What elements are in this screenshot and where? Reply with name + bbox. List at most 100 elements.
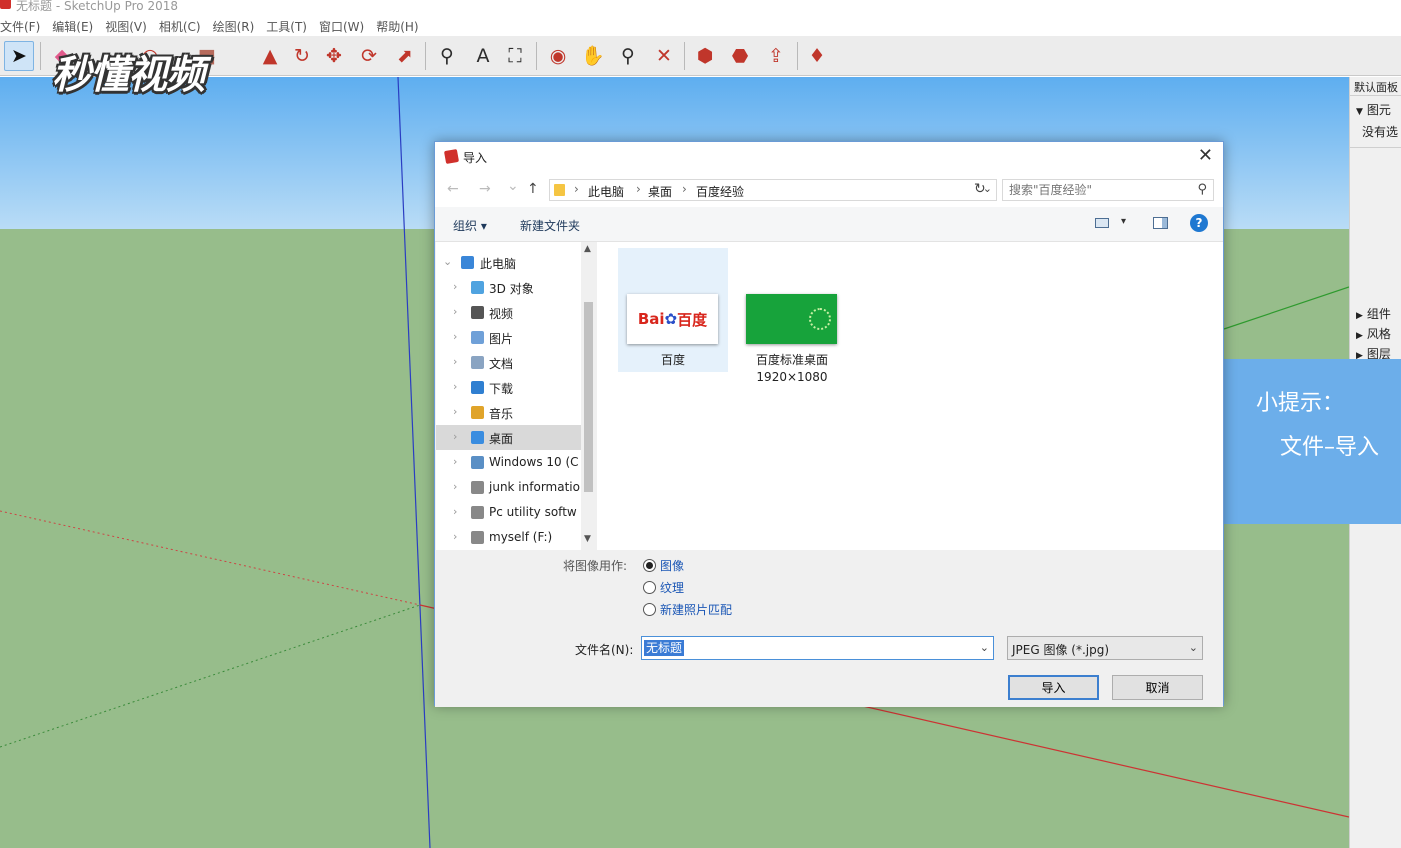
ruby-tool-icon[interactable]: ♦ bbox=[802, 41, 832, 71]
chevron-right-icon[interactable]: › bbox=[453, 405, 457, 418]
warehouse-tool-icon[interactable]: ⬢ bbox=[690, 41, 720, 71]
follow-me-tool-icon[interactable]: ⟳ bbox=[354, 41, 384, 71]
filename-field[interactable]: 无标题 ⌄ bbox=[641, 636, 994, 660]
tree-item[interactable]: ⌄ 此电脑 bbox=[436, 250, 581, 275]
tree-item-icon bbox=[461, 256, 474, 269]
cancel-button[interactable]: 取消 bbox=[1112, 675, 1203, 700]
tree-item[interactable]: › junk informatio bbox=[436, 475, 581, 500]
new-folder-button[interactable]: 新建文件夹 bbox=[520, 217, 580, 234]
tree-item[interactable]: › 音乐 bbox=[436, 400, 581, 425]
breadcrumb-this-pc[interactable]: 此电脑 bbox=[588, 183, 624, 200]
green-image-thumbnail bbox=[746, 294, 837, 344]
zoom-extents-tool-icon[interactable]: ✕ bbox=[649, 41, 679, 71]
radio-option[interactable]: 新建照片匹配 bbox=[643, 601, 732, 618]
chevron-right-icon[interactable]: › bbox=[453, 430, 457, 443]
help-icon[interactable]: ? bbox=[1190, 214, 1208, 232]
scale-tool-icon[interactable]: ⬈ bbox=[390, 41, 420, 71]
tape-measure-tool-icon[interactable]: ⚲ bbox=[432, 41, 462, 71]
tree-item-label: 3D 对象 bbox=[489, 282, 534, 296]
chevron-right-icon[interactable]: › bbox=[453, 280, 457, 293]
extension-warehouse-tool-icon[interactable]: ⬣ bbox=[725, 41, 755, 71]
menu-item[interactable]: 文件(F) bbox=[0, 16, 46, 36]
paint-bucket-tool-icon[interactable]: ⛶ bbox=[500, 41, 530, 71]
chevron-down-icon[interactable]: ⌄ bbox=[1189, 641, 1198, 654]
chevron-down-icon[interactable]: ⌄ bbox=[980, 641, 989, 654]
recent-locations-icon[interactable]: ⌄ bbox=[507, 178, 519, 194]
expand-triangle-icon: ▶ bbox=[1356, 311, 1363, 321]
up-arrow-icon[interactable]: ↑ bbox=[527, 181, 539, 197]
back-arrow-icon[interactable]: ← bbox=[447, 181, 459, 197]
menu-item[interactable]: 视图(V) bbox=[105, 16, 153, 36]
radio-button[interactable] bbox=[643, 603, 656, 616]
preview-pane-icon[interactable] bbox=[1153, 217, 1168, 229]
share-model-tool-icon[interactable]: ⇪ bbox=[761, 41, 791, 71]
tree-item[interactable]: › 文档 bbox=[436, 350, 581, 375]
scroll-down-icon[interactable]: ▼ bbox=[584, 534, 591, 544]
tree-item[interactable]: › Pc utility softw bbox=[436, 500, 581, 525]
text-tool-icon[interactable]: A bbox=[468, 41, 498, 71]
move-tool-icon[interactable]: ✥ bbox=[319, 41, 349, 71]
chevron-right-icon[interactable]: › bbox=[453, 505, 457, 518]
tree-item[interactable]: › 桌面 bbox=[436, 425, 581, 450]
menu-item[interactable]: 窗口(W) bbox=[319, 16, 370, 36]
file-item[interactable]: 百度标准桌面 1920×1080 bbox=[737, 248, 847, 384]
breadcrumb-baidu-jingyan[interactable]: 百度经验 bbox=[696, 183, 744, 200]
menu-item[interactable]: 帮助(H) bbox=[376, 16, 424, 36]
radio-button[interactable] bbox=[643, 559, 656, 572]
navpane-scrollbar[interactable]: ▲ ▼ bbox=[581, 242, 596, 550]
radio-label[interactable]: 图像 bbox=[660, 557, 684, 574]
push-pull-tool-icon[interactable]: ▲ bbox=[255, 41, 285, 71]
main-toolbar: ➤ ◆ ◠ ■ ▲ ↻ ✥ ⟳ ⬈ ⚲ A ⛶ ◉ ✋ ⚲ ✕ ⬢ ⬣ ⇪ ♦ bbox=[0, 36, 1401, 76]
refresh-icon[interactable]: ↻ bbox=[974, 181, 986, 197]
radio-label[interactable]: 新建照片匹配 bbox=[660, 601, 732, 618]
scroll-thumb[interactable] bbox=[584, 302, 593, 492]
menu-item[interactable]: 绘图(R) bbox=[213, 16, 261, 36]
import-button[interactable]: 导入 bbox=[1008, 675, 1099, 700]
tree-item[interactable]: › Windows 10 (C bbox=[436, 450, 581, 475]
chevron-right-icon[interactable]: › bbox=[453, 380, 457, 393]
pan-tool-icon[interactable]: ✋ bbox=[578, 41, 608, 71]
search-input[interactable] bbox=[1003, 180, 1188, 200]
search-icon[interactable]: ⚲ bbox=[1197, 182, 1207, 197]
chevron-right-icon[interactable]: › bbox=[453, 455, 457, 468]
tray-panel-1[interactable]: ▶ 风格 bbox=[1356, 325, 1391, 342]
menu-item[interactable]: 编辑(E) bbox=[52, 16, 99, 36]
filename-value[interactable]: 无标题 bbox=[644, 640, 685, 656]
radio-button[interactable] bbox=[643, 581, 656, 594]
rotate-tool-icon[interactable]: ↻ bbox=[287, 41, 317, 71]
chevron-right-icon[interactable]: › bbox=[453, 530, 457, 543]
folder-icon bbox=[554, 184, 565, 196]
view-mode-icon[interactable] bbox=[1095, 218, 1109, 228]
menu-item[interactable]: 相机(C) bbox=[159, 16, 207, 36]
radio-option[interactable]: 纹理 bbox=[643, 579, 684, 596]
tree-item-label: Pc utility softw bbox=[489, 505, 577, 519]
tray-panel-0[interactable]: ▶ 组件 bbox=[1356, 305, 1391, 322]
chevron-down-icon[interactable]: ⌄ bbox=[443, 255, 452, 268]
orbit-tool-icon[interactable]: ◉ bbox=[543, 41, 573, 71]
address-bar[interactable]: › 此电脑 › 桌面 › 百度经验 ⌄ bbox=[549, 179, 997, 201]
organize-button[interactable]: 组织 ▾ bbox=[453, 217, 487, 234]
chevron-right-icon[interactable]: › bbox=[453, 305, 457, 318]
breadcrumb-desktop[interactable]: 桌面 bbox=[648, 183, 672, 200]
file-item[interactable]: Bai ✿ 百度 百度 bbox=[618, 248, 728, 372]
menu-item[interactable]: 工具(T) bbox=[266, 16, 313, 36]
select-tool-icon[interactable]: ➤ bbox=[4, 41, 34, 71]
tray-entity-info[interactable]: ▼ 图元 bbox=[1356, 101, 1391, 118]
chevron-right-icon[interactable]: › bbox=[453, 355, 457, 368]
chevron-right-icon[interactable]: › bbox=[453, 330, 457, 343]
tree-item[interactable]: › myself (F:) bbox=[436, 525, 581, 550]
scroll-up-icon[interactable]: ▲ bbox=[584, 244, 591, 254]
close-icon[interactable]: ✕ bbox=[1198, 145, 1213, 166]
tree-item[interactable]: › 视频 bbox=[436, 300, 581, 325]
tree-item[interactable]: › 3D 对象 bbox=[436, 275, 581, 300]
file-type-select[interactable]: JPEG 图像 (*.jpg) ⌄ bbox=[1007, 636, 1203, 660]
radio-label[interactable]: 纹理 bbox=[660, 579, 684, 596]
tree-item[interactable]: › 图片 bbox=[436, 325, 581, 350]
zoom-tool-icon[interactable]: ⚲ bbox=[613, 41, 643, 71]
radio-option[interactable]: 图像 bbox=[643, 557, 684, 574]
forward-arrow-icon[interactable]: → bbox=[479, 181, 491, 197]
search-box[interactable]: ⚲ bbox=[1002, 179, 1214, 201]
chevron-right-icon[interactable]: › bbox=[453, 480, 457, 493]
view-dropdown-icon[interactable]: ▾ bbox=[1121, 216, 1126, 227]
tree-item[interactable]: › 下载 bbox=[436, 375, 581, 400]
